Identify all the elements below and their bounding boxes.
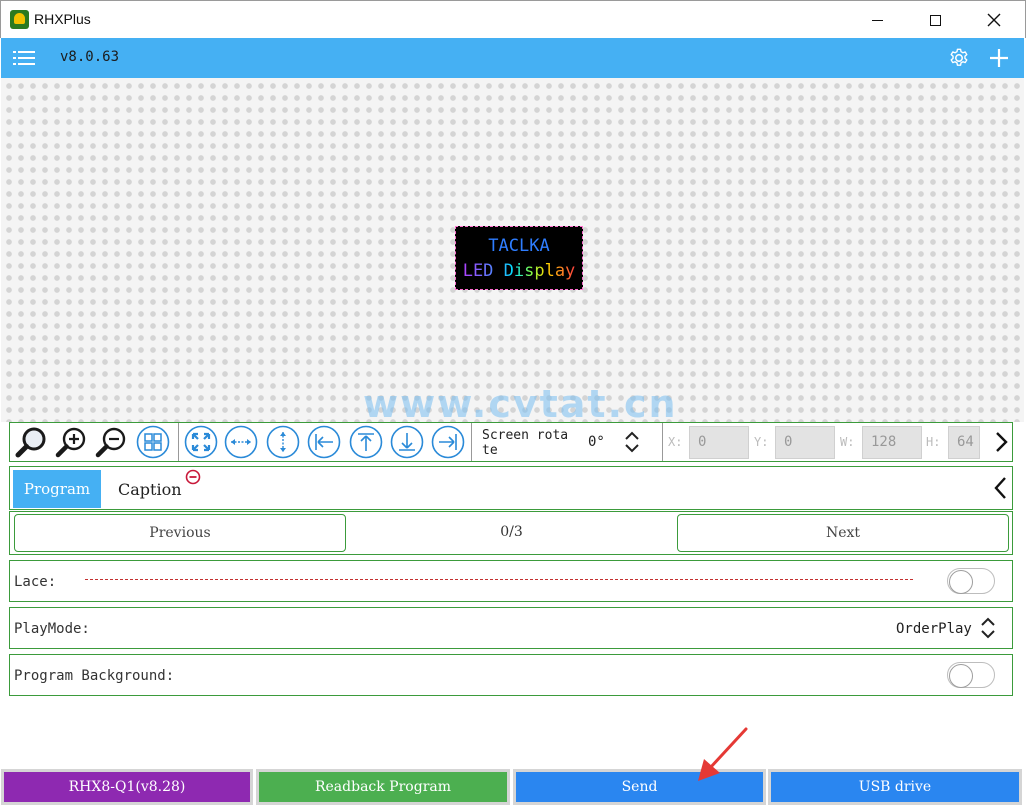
tab-bar: Program Caption [9, 466, 1013, 510]
lace-preview-line [85, 579, 913, 580]
playmode-updown-icon[interactable] [980, 617, 996, 639]
editor-canvas[interactable]: TACLKA LED Display [1, 78, 1024, 422]
chevron-right-icon[interactable] [992, 431, 1010, 453]
maximize-button[interactable] [906, 1, 964, 39]
maximize-icon [929, 14, 941, 26]
grid-icon[interactable] [136, 425, 170, 459]
fullscreen-icon[interactable] [184, 425, 218, 459]
gear-icon[interactable] [948, 47, 970, 69]
zoom-in-icon[interactable] [54, 425, 88, 459]
close-button[interactable] [965, 1, 1023, 39]
lace-row: Lace: [9, 560, 1013, 602]
align-left-icon[interactable] [307, 425, 341, 459]
rotate-updown-icon[interactable] [624, 431, 640, 453]
tab-program[interactable]: Program [13, 470, 101, 508]
previous-button[interactable]: Previous [14, 514, 346, 552]
fit-width-icon[interactable] [224, 425, 258, 459]
fit-height-icon[interactable] [266, 425, 300, 459]
window-title: RHXPlus [34, 11, 91, 27]
program-background-row: Program Background: [9, 654, 1013, 696]
minimize-button[interactable] [848, 1, 906, 39]
watermark-text: www.cvtat.cn [363, 382, 678, 426]
screen-rotate-label: Screen rota te [482, 428, 569, 458]
program-background-label: Program Background: [14, 668, 175, 684]
x-label: X: [668, 435, 683, 449]
chevron-left-icon[interactable] [992, 476, 1010, 500]
led-preview[interactable]: TACLKA LED Display [455, 226, 583, 290]
lace-toggle[interactable] [947, 568, 995, 594]
playmode-select[interactable]: OrderPlay [896, 621, 972, 637]
led-text-line-2: LED Display [456, 261, 582, 281]
width-input[interactable]: 128 [862, 426, 922, 459]
page-count: 0/3 [500, 524, 523, 540]
w-label: W: [840, 435, 855, 449]
usb-drive-button[interactable]: USB drive [768, 769, 1022, 805]
toolbar-divider [662, 423, 663, 461]
playmode-label: PlayMode: [14, 621, 90, 637]
edit-toolbar: Screen rota te 0° X: 0 Y: 0 W: 128 H: 64 [9, 422, 1013, 462]
version-label: v8.0.63 [60, 49, 120, 65]
x-input[interactable]: 0 [689, 426, 749, 459]
title-bar: RHXPlus [0, 0, 1026, 38]
playmode-row: PlayMode: OrderPlay [9, 607, 1013, 649]
h-label: H: [926, 435, 941, 449]
app-logo-icon [10, 10, 29, 29]
search-icon[interactable] [14, 425, 48, 459]
led-text-line-2-label: LED Display [462, 261, 576, 281]
align-top-icon[interactable] [349, 425, 383, 459]
toolbar-divider [178, 423, 179, 461]
y-input[interactable]: 0 [775, 426, 835, 459]
y-label: Y: [754, 435, 769, 449]
program-pager: Previous 0/3 Next [9, 511, 1013, 555]
device-button[interactable]: RHX8-Q1(v8.28) [1, 769, 253, 805]
minimize-icon [871, 19, 883, 21]
height-input[interactable]: 64 [948, 426, 980, 459]
tab-caption[interactable]: Caption [110, 470, 182, 508]
toolbar-divider [471, 423, 472, 461]
zoom-out-icon[interactable] [94, 425, 128, 459]
menu-icon[interactable] [13, 50, 35, 66]
align-bottom-icon[interactable] [390, 425, 424, 459]
readback-program-button[interactable]: Readback Program [256, 769, 510, 805]
close-icon [987, 13, 1001, 27]
add-icon[interactable] [988, 47, 1010, 69]
align-right-icon[interactable] [431, 425, 465, 459]
app-header: v8.0.63 [1, 38, 1024, 78]
annotation-arrow-icon [698, 727, 748, 781]
remove-icon[interactable] [185, 469, 201, 485]
lace-label: Lace: [14, 574, 57, 590]
next-button[interactable]: Next [677, 514, 1009, 552]
program-background-toggle[interactable] [947, 662, 995, 688]
led-text-line-1: TACLKA [488, 236, 550, 256]
screen-rotate-value[interactable]: 0° [588, 434, 605, 450]
